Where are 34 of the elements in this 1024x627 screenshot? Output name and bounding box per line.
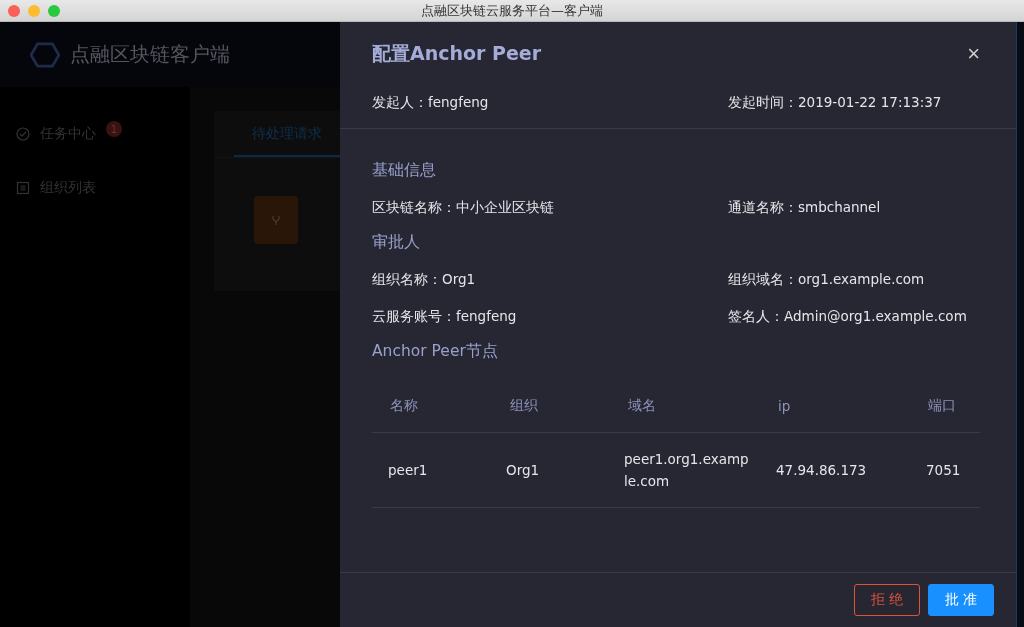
app-logo-text: 点融区块链客户端	[70, 41, 230, 68]
section-heading: 基础信息	[372, 160, 437, 181]
info-field: 组织域名：org1.example.com	[728, 269, 980, 289]
minimize-window-button[interactable]	[28, 4, 40, 17]
hexagon-logo-icon	[30, 41, 60, 68]
info-field: 通道名称：smbchannel	[728, 197, 980, 217]
meta-field: 发起时间：2019-01-22 17:13:37	[728, 92, 986, 112]
column-header: 名称	[389, 397, 419, 415]
table-cell-text: 47.94.86.173	[775, 461, 868, 480]
column-header: 组织	[509, 397, 539, 415]
table-cell-text: peer1	[387, 461, 429, 480]
list-icon	[16, 181, 30, 195]
reject-button[interactable]: 拒 绝	[854, 584, 920, 616]
info-field: 签名人：Admin@org1.example.com	[728, 306, 980, 326]
close-window-button[interactable]	[8, 4, 20, 17]
drawer-title: 配置Anchor Peer	[372, 41, 542, 66]
close-button[interactable]: ×	[961, 41, 986, 67]
info-field: 区块链名称：中小企业区块链	[372, 197, 728, 217]
approve-button[interactable]: 批 准	[928, 584, 994, 616]
info-field: 云服务账号：fengfeng	[372, 306, 728, 326]
section-heading: Anchor Peer节点	[372, 341, 499, 362]
window-title: 点融区块链云服务平台—客户端	[420, 1, 604, 20]
table-cell-text: peer1.org1.example.com	[623, 450, 750, 491]
fork-tile-icon	[254, 196, 298, 244]
column-header: 域名	[627, 397, 657, 415]
column-header: ip	[777, 398, 792, 414]
column-header: 端口	[927, 397, 957, 415]
info-field: 组织名称：Org1	[372, 269, 728, 289]
zoom-window-button[interactable]	[48, 4, 60, 17]
meta-field: 发起人：fengfeng	[372, 92, 728, 112]
section-heading: 审批人	[372, 232, 421, 253]
table-cell-text: Org1	[505, 461, 541, 480]
check-circle-icon	[16, 127, 30, 141]
table-cell-text: 7051	[925, 461, 962, 480]
